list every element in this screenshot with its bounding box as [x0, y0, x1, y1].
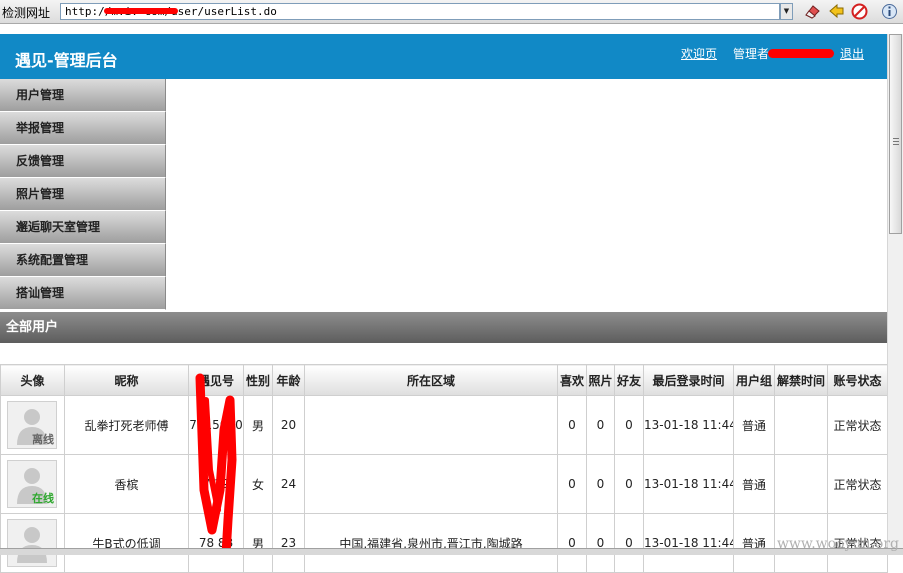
friends-cell: 0 [614, 513, 644, 573]
column-header: 账号状态 [827, 364, 888, 396]
last-login-cell: 13-01-18 11:44 [643, 454, 734, 514]
avatar[interactable] [7, 519, 57, 567]
stop-icon[interactable] [851, 3, 868, 20]
address-label: 检测网址 [2, 6, 51, 20]
user-table: 头像 昵称 遇见号 性别 年龄 所在区域 喜欢 照片 好友 最后登录时间 用户组… [0, 364, 888, 573]
photos-cell: 0 [586, 513, 615, 573]
likes-cell: 0 [557, 395, 587, 455]
admin-name-redaction [768, 49, 834, 58]
friends-cell: 0 [614, 454, 644, 514]
nickname-cell: 乱拳打死老师傅 [64, 395, 189, 455]
status-label: 离线 [32, 433, 54, 446]
info-icon[interactable] [881, 3, 898, 20]
unban-cell [774, 454, 828, 514]
group-cell: 普通 [733, 395, 775, 455]
sidebar-item-greeting[interactable]: 搭讪管理 [0, 277, 166, 310]
region-cell [304, 395, 558, 455]
region-cell [304, 454, 558, 514]
avatar[interactable]: 在线 [7, 460, 57, 508]
logout-link[interactable]: 退出 [840, 45, 864, 62]
avatar-cell [0, 513, 65, 573]
table-row: 在线 香槟 7 39 女 24 0 0 0 13-01-18 11:44 普通 … [0, 454, 888, 514]
column-header: 用户组 [733, 364, 775, 396]
eraser-icon[interactable] [804, 3, 821, 20]
redaction-scribble [195, 373, 237, 554]
account-status-cell: 正常状态 [827, 395, 888, 455]
region-cell: 中国,福建省,泉州市,晋江市,陶城路 [304, 513, 558, 573]
likes-cell: 0 [557, 513, 587, 573]
column-header: 最后登录时间 [643, 364, 734, 396]
age-cell: 20 [272, 395, 305, 455]
column-header: 年龄 [272, 364, 305, 396]
unban-cell [774, 395, 828, 455]
avatar-cell: 离线 [0, 395, 65, 455]
column-header: 头像 [0, 364, 65, 396]
url-redaction [104, 8, 178, 14]
page-header: 遇见-管理后台 欢迎页 管理者 退出 [0, 34, 887, 79]
column-header: 喜欢 [557, 364, 587, 396]
sidebar-item-users[interactable]: 用户管理 [0, 79, 166, 112]
avatar-cell: 在线 [0, 454, 65, 514]
photos-cell: 0 [586, 395, 615, 455]
likes-cell: 0 [557, 454, 587, 514]
age-cell: 23 [272, 513, 305, 573]
url-dropdown-button[interactable]: ▼ [780, 3, 793, 20]
group-cell: 普通 [733, 513, 775, 573]
status-label: 在线 [32, 492, 54, 505]
group-cell: 普通 [733, 454, 775, 514]
sidebar-item-feedback[interactable]: 反馈管理 [0, 145, 166, 178]
sidebar-item-photos[interactable]: 照片管理 [0, 178, 166, 211]
nickname-cell: 香槟 [64, 454, 189, 514]
section-title: 全部用户 [0, 312, 887, 343]
friends-cell: 0 [614, 395, 644, 455]
admin-label: 管理者 [733, 47, 770, 61]
nickname-cell: 牛B式の低调 [64, 513, 189, 573]
column-header: 解禁时间 [774, 364, 828, 396]
back-arrow-icon[interactable] [828, 3, 845, 20]
scrollbar-thumb[interactable] [889, 34, 902, 234]
column-header: 好友 [614, 364, 644, 396]
account-status-cell: 正常状态 [827, 454, 888, 514]
watermark: www.wooyun.org [776, 536, 899, 552]
avatar[interactable]: 离线 [7, 401, 57, 449]
photos-cell: 0 [586, 454, 615, 514]
column-header: 所在区域 [304, 364, 558, 396]
column-header: 照片 [586, 364, 615, 396]
last-login-cell: 13-01-18 11:44 [643, 395, 734, 455]
table-row: 牛B式の低调 78 88 男 23 中国,福建省,泉州市,晋江市,陶城路 0 0… [0, 513, 888, 573]
sidebar-item-config[interactable]: 系统配置管理 [0, 244, 166, 277]
sidebar: 用户管理 举报管理 反馈管理 照片管理 邂逅聊天室管理 系统配置管理 搭讪管理 [0, 79, 166, 310]
age-cell: 24 [272, 454, 305, 514]
welcome-link[interactable]: 欢迎页 [681, 45, 717, 62]
table-header-row: 头像 昵称 遇见号 性别 年龄 所在区域 喜欢 照片 好友 最后登录时间 用户组… [0, 364, 888, 396]
vertical-scrollbar[interactable] [887, 34, 903, 548]
default-avatar-icon [17, 527, 47, 563]
site-title: 遇见-管理后台 [15, 51, 118, 70]
table-row: 离线 乱拳打死老师傅 7315030 男 20 0 0 0 13-01-18 1… [0, 395, 888, 455]
sidebar-item-reports[interactable]: 举报管理 [0, 112, 166, 145]
column-header: 昵称 [64, 364, 189, 396]
last-login-cell: 13-01-18 11:44 [643, 513, 734, 573]
sidebar-item-chatroom[interactable]: 邂逅聊天室管理 [0, 211, 166, 244]
